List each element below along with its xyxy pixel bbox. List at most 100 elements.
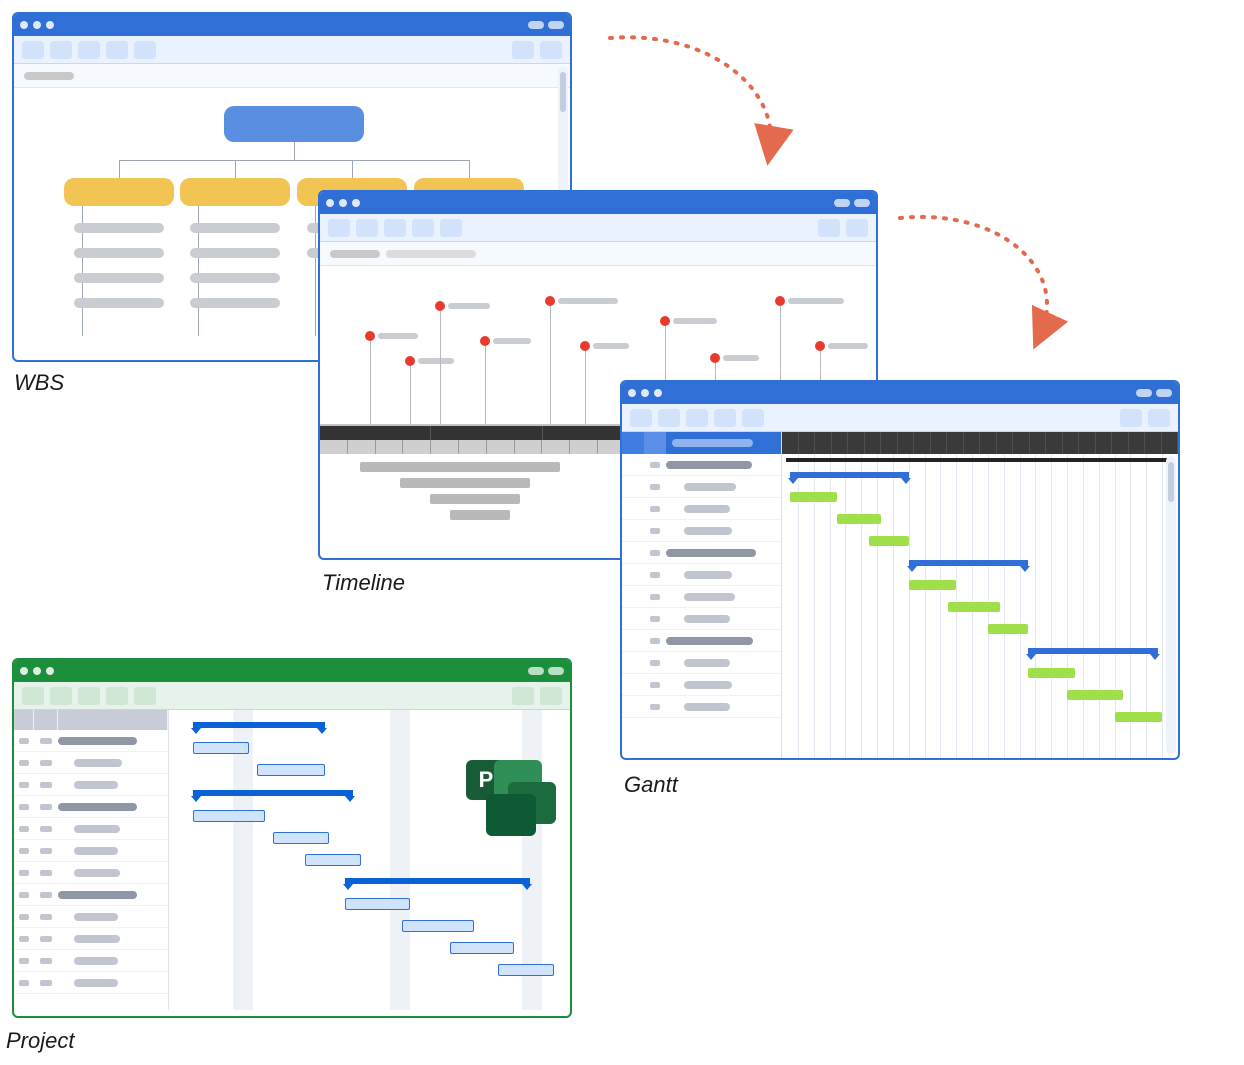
wbs-task-item[interactable] — [190, 223, 280, 233]
gantt-row[interactable] — [622, 586, 781, 608]
toolbar-button[interactable] — [1120, 409, 1142, 427]
toolbar-button[interactable] — [658, 409, 680, 427]
toolbar-button[interactable] — [412, 219, 434, 237]
toolbar-button[interactable] — [384, 219, 406, 237]
toolbar-button[interactable] — [356, 219, 378, 237]
window-controls[interactable] — [628, 389, 662, 397]
gantt-chart-area[interactable] — [782, 432, 1178, 760]
project-summary-bar[interactable] — [193, 790, 353, 796]
wbs-task-item[interactable] — [190, 273, 280, 283]
toolbar-button[interactable] — [1148, 409, 1170, 427]
gantt-row[interactable] — [622, 564, 781, 586]
project-summary-bar[interactable] — [193, 722, 325, 728]
project-row[interactable] — [14, 818, 168, 840]
milestone-dot[interactable] — [775, 296, 785, 306]
gantt-row[interactable] — [622, 608, 781, 630]
milestone-dot[interactable] — [435, 301, 445, 311]
gantt-task-bar[interactable] — [988, 624, 1028, 634]
gantt-task-bar[interactable] — [1115, 712, 1163, 722]
project-chart-area[interactable]: P — [169, 710, 570, 1010]
gantt-task-bar[interactable] — [1028, 668, 1076, 678]
window-controls[interactable] — [326, 199, 360, 207]
wbs-task-item[interactable] — [190, 248, 280, 258]
window-controls[interactable] — [20, 21, 54, 29]
toolbar-button[interactable] — [328, 219, 350, 237]
wbs-child-node[interactable] — [64, 178, 174, 206]
toolbar-button[interactable] — [686, 409, 708, 427]
project-task-bar[interactable] — [305, 854, 361, 866]
gantt-task-bar[interactable] — [909, 580, 957, 590]
project-task-bar[interactable] — [450, 942, 514, 954]
gantt-row[interactable] — [622, 652, 781, 674]
milestone-dot[interactable] — [580, 341, 590, 351]
gantt-task-list[interactable] — [622, 432, 782, 760]
gantt-row[interactable] — [622, 674, 781, 696]
gantt-row-group[interactable] — [622, 454, 781, 476]
milestone-dot[interactable] — [710, 353, 720, 363]
gantt-summary-bar[interactable] — [1028, 648, 1159, 654]
gantt-row[interactable] — [622, 476, 781, 498]
project-row[interactable] — [14, 774, 168, 796]
project-task-bar[interactable] — [498, 964, 554, 976]
toolbar-button[interactable] — [106, 41, 128, 59]
milestone-dot[interactable] — [480, 336, 490, 346]
project-task-list[interactable] — [14, 710, 169, 1010]
project-row-group[interactable] — [14, 730, 168, 752]
toolbar-button[interactable] — [106, 687, 128, 705]
milestone-dot[interactable] — [545, 296, 555, 306]
project-task-bar[interactable] — [402, 920, 474, 932]
vertical-scrollbar[interactable] — [1166, 456, 1176, 754]
toolbar-button[interactable] — [78, 687, 100, 705]
toolbar-button[interactable] — [78, 41, 100, 59]
project-task-bar[interactable] — [273, 832, 329, 844]
toolbar-button[interactable] — [714, 409, 736, 427]
gantt-task-bar[interactable] — [869, 536, 909, 546]
project-task-bar[interactable] — [345, 898, 409, 910]
toolbar-button[interactable] — [22, 41, 44, 59]
gantt-task-bar[interactable] — [1067, 690, 1122, 700]
toolbar-button[interactable] — [630, 409, 652, 427]
wbs-root-node[interactable] — [224, 106, 364, 142]
gantt-row-group[interactable] — [622, 630, 781, 652]
project-task-bar[interactable] — [193, 810, 265, 822]
gantt-row-group[interactable] — [622, 542, 781, 564]
wbs-task-item[interactable] — [190, 298, 280, 308]
project-row[interactable] — [14, 950, 168, 972]
milestone-dot[interactable] — [815, 341, 825, 351]
gantt-task-bar[interactable] — [948, 602, 999, 612]
wbs-task-item[interactable] — [74, 248, 164, 258]
toolbar-button[interactable] — [134, 41, 156, 59]
project-row[interactable] — [14, 972, 168, 994]
toolbar-button[interactable] — [440, 219, 462, 237]
toolbar-button[interactable] — [846, 219, 868, 237]
toolbar-button[interactable] — [22, 687, 44, 705]
project-row[interactable] — [14, 752, 168, 774]
project-row[interactable] — [14, 862, 168, 884]
project-row[interactable] — [14, 906, 168, 928]
project-summary-bar[interactable] — [345, 878, 529, 884]
project-task-bar[interactable] — [257, 764, 325, 776]
toolbar-button[interactable] — [50, 687, 72, 705]
wbs-task-item[interactable] — [74, 298, 164, 308]
gantt-summary-bar[interactable] — [909, 560, 1028, 566]
wbs-task-item[interactable] — [74, 223, 164, 233]
wbs-child-node[interactable] — [180, 178, 290, 206]
toolbar-button[interactable] — [134, 687, 156, 705]
toolbar-button[interactable] — [540, 41, 562, 59]
project-row[interactable] — [14, 840, 168, 862]
project-task-bar[interactable] — [193, 742, 249, 754]
toolbar-button[interactable] — [818, 219, 840, 237]
toolbar-button[interactable] — [512, 41, 534, 59]
project-row[interactable] — [14, 928, 168, 950]
toolbar-button[interactable] — [50, 41, 72, 59]
milestone-dot[interactable] — [365, 331, 375, 341]
project-row-group[interactable] — [14, 796, 168, 818]
gantt-task-bar[interactable] — [790, 492, 838, 502]
window-controls[interactable] — [20, 667, 54, 675]
gantt-summary-bar[interactable] — [790, 472, 909, 478]
gantt-row[interactable] — [622, 520, 781, 542]
toolbar-button[interactable] — [512, 687, 534, 705]
gantt-row[interactable] — [622, 498, 781, 520]
project-row-group[interactable] — [14, 884, 168, 906]
wbs-task-item[interactable] — [74, 273, 164, 283]
